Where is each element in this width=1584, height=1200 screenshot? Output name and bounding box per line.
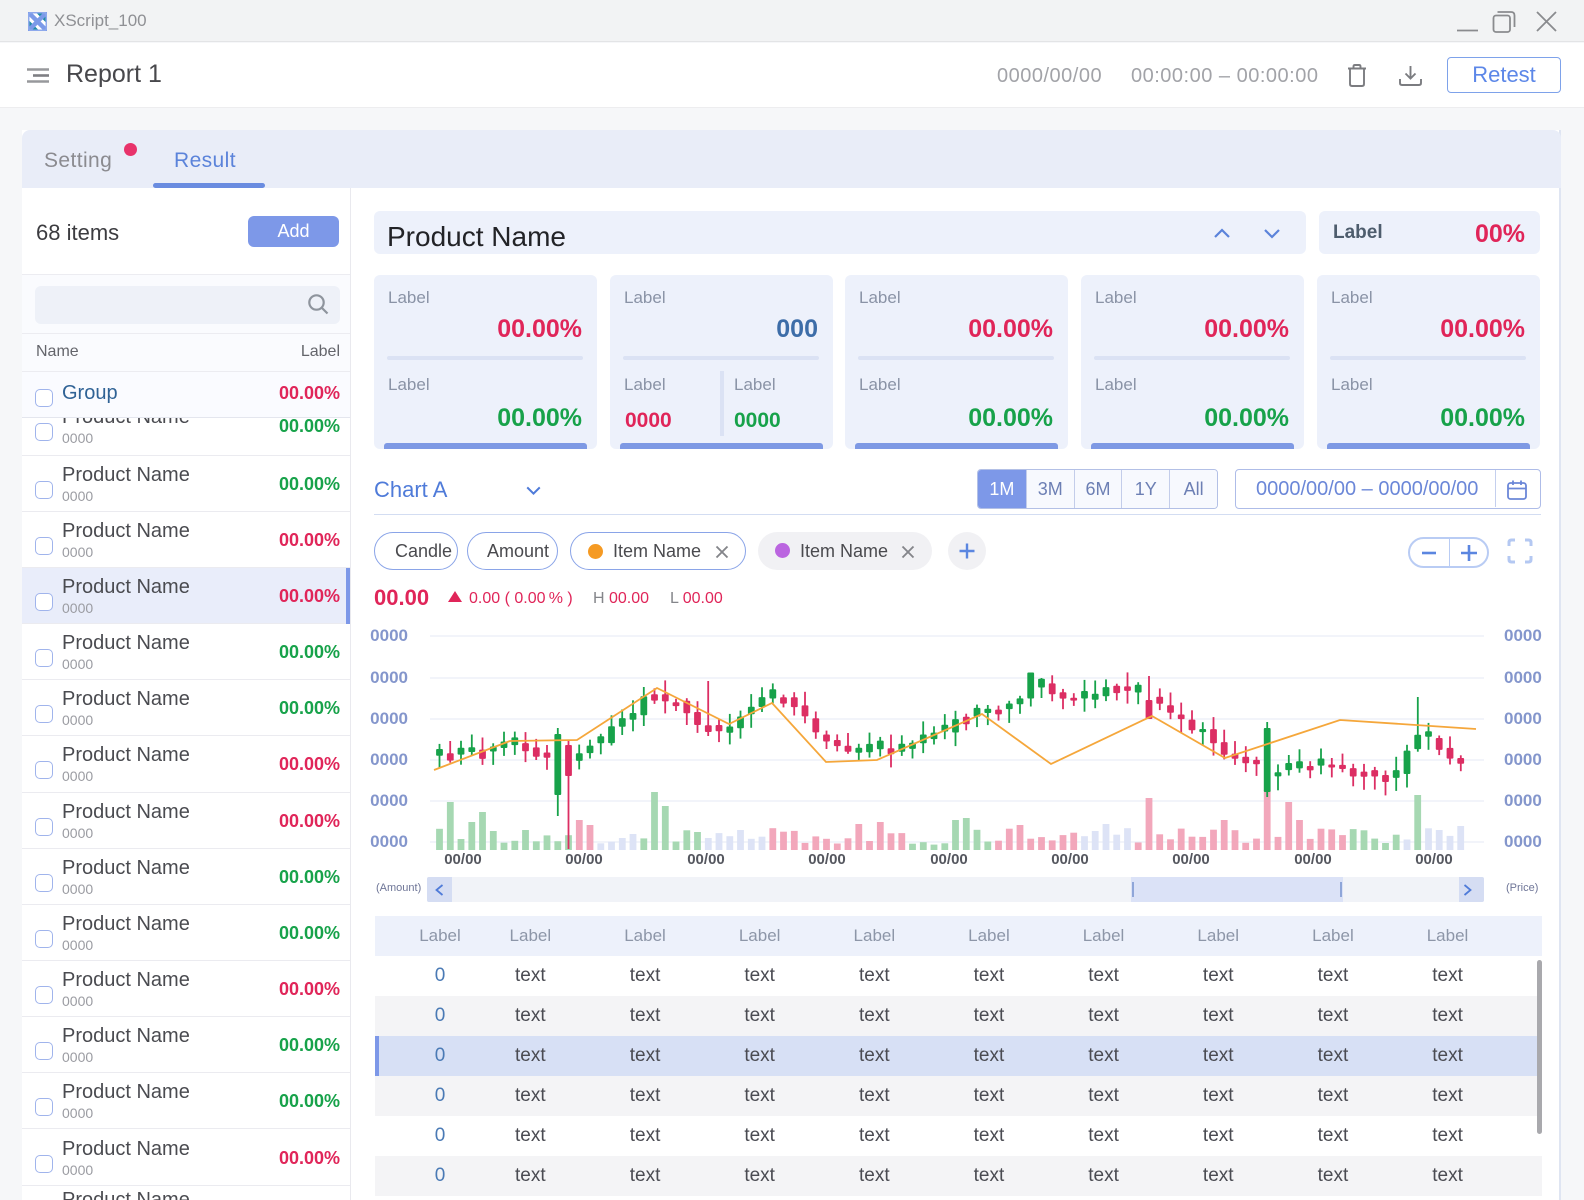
svg-text:0000: 0000 xyxy=(370,709,408,728)
svg-text:00/00: 00/00 xyxy=(687,851,725,868)
svg-text:0000: 0000 xyxy=(1504,750,1542,769)
svg-text:0000: 0000 xyxy=(1504,626,1542,645)
svg-text:0000: 0000 xyxy=(370,750,408,769)
svg-text:00/00: 00/00 xyxy=(930,851,968,868)
svg-text:0000: 0000 xyxy=(370,668,408,687)
svg-text:0000: 0000 xyxy=(1504,791,1542,810)
svg-text:0000: 0000 xyxy=(1504,668,1542,687)
svg-text:00/00: 00/00 xyxy=(1415,851,1453,868)
svg-text:0000: 0000 xyxy=(1504,709,1542,728)
svg-text:0000: 0000 xyxy=(1504,832,1542,851)
svg-text:00/00: 00/00 xyxy=(1172,851,1210,868)
svg-text:00/00: 00/00 xyxy=(1051,851,1089,868)
svg-text:0000: 0000 xyxy=(370,626,408,645)
svg-text:00/00: 00/00 xyxy=(1294,851,1332,868)
svg-text:0000: 0000 xyxy=(370,832,408,851)
svg-text:00/00: 00/00 xyxy=(565,851,603,868)
svg-text:00/00: 00/00 xyxy=(444,851,482,868)
svg-text:00/00: 00/00 xyxy=(808,851,846,868)
svg-text:0000: 0000 xyxy=(370,791,408,810)
